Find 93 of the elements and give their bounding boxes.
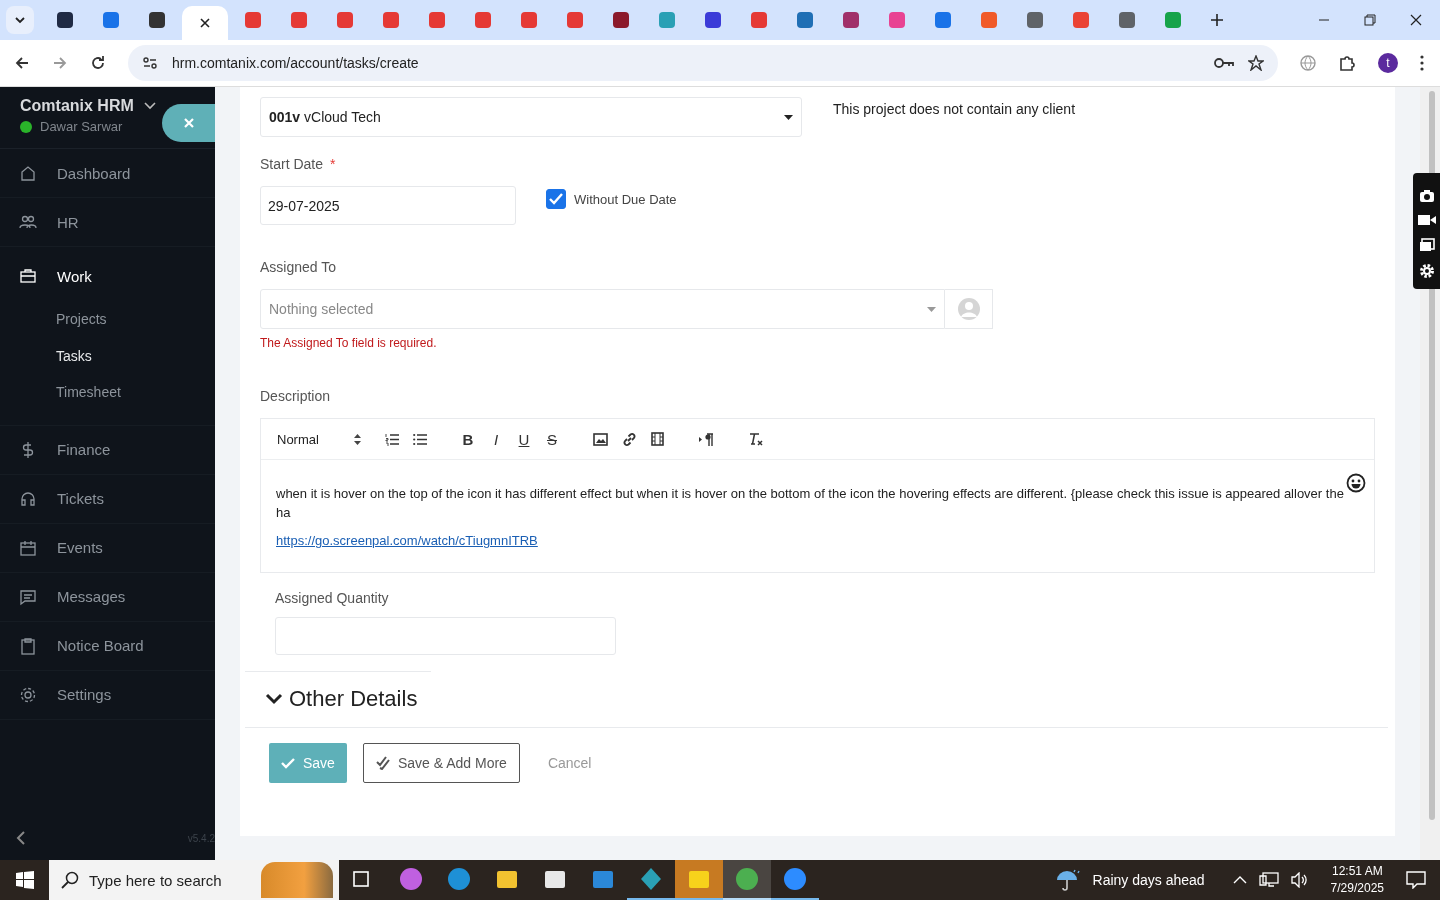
chrome-icon [735, 867, 759, 891]
field-label: Assigned To [260, 259, 337, 275]
checkbox-label: Without Due Date [574, 191, 677, 207]
format-button[interactable]: B [461, 430, 475, 448]
collapse-icon[interactable] [16, 830, 26, 846]
smiley-icon[interactable] [1346, 473, 1366, 493]
field-label: Start Date [260, 156, 324, 172]
chevron-up-icon[interactable] [1232, 876, 1247, 884]
briefcase-icon [19, 267, 37, 285]
format-button[interactable]: I [489, 430, 503, 448]
speaker-icon[interactable] [1290, 872, 1309, 888]
windows-start-icon[interactable] [16, 871, 34, 889]
video-camera-icon[interactable] [1417, 214, 1436, 227]
date-field[interactable]: 29-07-2025 [260, 186, 516, 225]
site-settings-icon[interactable] [142, 55, 158, 71]
restore-icon[interactable] [1364, 14, 1376, 26]
clock-date[interactable]: 7/29/2025 [1330, 880, 1384, 897]
link-icon[interactable] [622, 431, 637, 447]
zoom-icon [783, 867, 807, 891]
close-icon[interactable] [1410, 14, 1422, 26]
sidebar-subitem[interactable]: Tasks [0, 337, 215, 374]
reload-icon[interactable] [90, 55, 106, 71]
sidebar-item[interactable]: Work [0, 251, 215, 301]
caret-icon [784, 114, 793, 120]
format-button[interactable]: U [517, 430, 531, 448]
assignee-select[interactable]: Nothing selected [260, 289, 945, 329]
chevron-down-icon [14, 14, 26, 26]
required-mark: * [329, 156, 336, 172]
sidebar-subitem[interactable]: Projects [0, 301, 215, 338]
close-sidebar-button[interactable] [162, 104, 215, 142]
star-icon[interactable] [1248, 55, 1264, 71]
bullet-list-icon[interactable] [413, 432, 427, 446]
headset-icon [19, 489, 37, 508]
globe-icon[interactable] [1300, 55, 1316, 71]
description-text: when it is hover on the top of the icon it has different effect but when it is hover on the bottom of the icon the hovering effects are different. {please check this issue is appeared allover the ha [276, 485, 1344, 522]
url-text: hrm.comtanix.com/account/tasks/create [172, 55, 420, 71]
double-check-icon [375, 756, 390, 770]
taskbar-app[interactable] [723, 860, 771, 900]
umbrella-icon [1054, 868, 1081, 892]
field-label: Description [260, 388, 332, 404]
new-tab-icon[interactable] [1210, 13, 1224, 27]
back-icon[interactable] [14, 55, 30, 71]
forward-icon[interactable] [52, 55, 68, 71]
menu-icon[interactable] [1420, 55, 1424, 71]
other-details-toggle[interactable]: Other Details [265, 686, 418, 712]
user-avatar-icon [956, 297, 981, 321]
form-button[interactable]: Save & Add More [362, 743, 520, 783]
image-icon[interactable] [593, 432, 608, 446]
copilot-icon [399, 867, 423, 891]
address-bar[interactable]: hrm.comtanix.com/account/tasks/create [128, 45, 1278, 81]
caret-icon [927, 306, 936, 312]
chevron-down-icon[interactable] [143, 102, 156, 110]
text-direction-icon[interactable] [698, 432, 714, 446]
clock-time[interactable]: 12:51 AM [1331, 863, 1383, 880]
up-down-icon [354, 433, 361, 445]
ordered-list-icon[interactable] [385, 432, 399, 446]
check-icon [281, 757, 295, 769]
windows-icon[interactable] [1418, 237, 1435, 252]
notification-icon[interactable] [1406, 871, 1426, 889]
profile-avatar[interactable]: t [1378, 53, 1398, 73]
user-name: Dawar Sarwar [40, 119, 123, 134]
weather-text[interactable]: Rainy days ahead [1092, 872, 1205, 888]
key-icon[interactable] [1214, 56, 1234, 70]
tab-search-button[interactable] [6, 6, 34, 34]
taskbar-search-field[interactable]: Type here to search [49, 860, 339, 900]
brand-name[interactable]: Comtanix HRM [20, 97, 134, 115]
field-label: Assigned Quantity [275, 590, 390, 606]
close-icon[interactable] [199, 17, 211, 29]
app-icon [639, 867, 663, 891]
sidebar-subitem[interactable]: Timesheet [0, 374, 215, 411]
error-message: The Assigned To field is required. [260, 336, 438, 350]
clear-format-icon[interactable] [748, 431, 763, 447]
network-icon[interactable] [1258, 872, 1279, 888]
camera-icon[interactable] [1418, 188, 1435, 203]
video-link[interactable]: https://go.screenpal.com/watch/cTiugmnITRB [276, 533, 538, 548]
format-select[interactable]: Normal [277, 431, 361, 447]
checkbox[interactable] [546, 189, 566, 209]
chevron-down-icon [265, 693, 283, 705]
settings-icon[interactable] [1418, 263, 1435, 280]
home-icon [19, 164, 37, 182]
video-icon[interactable] [651, 432, 664, 446]
gear-icon [19, 685, 37, 704]
calendar-icon [19, 538, 37, 557]
message-icon [19, 587, 37, 606]
edge-icon [447, 867, 471, 891]
search-icon [61, 871, 79, 889]
format-button[interactable]: S [545, 430, 559, 448]
quantity-field[interactable] [275, 617, 616, 655]
client-note: This project does not contain any client [833, 101, 1076, 117]
project-select[interactable]: 001v vCloud Tech [260, 97, 802, 137]
clipboard-icon [19, 636, 37, 655]
people-icon [19, 213, 37, 231]
puzzle-icon[interactable] [1338, 54, 1356, 72]
